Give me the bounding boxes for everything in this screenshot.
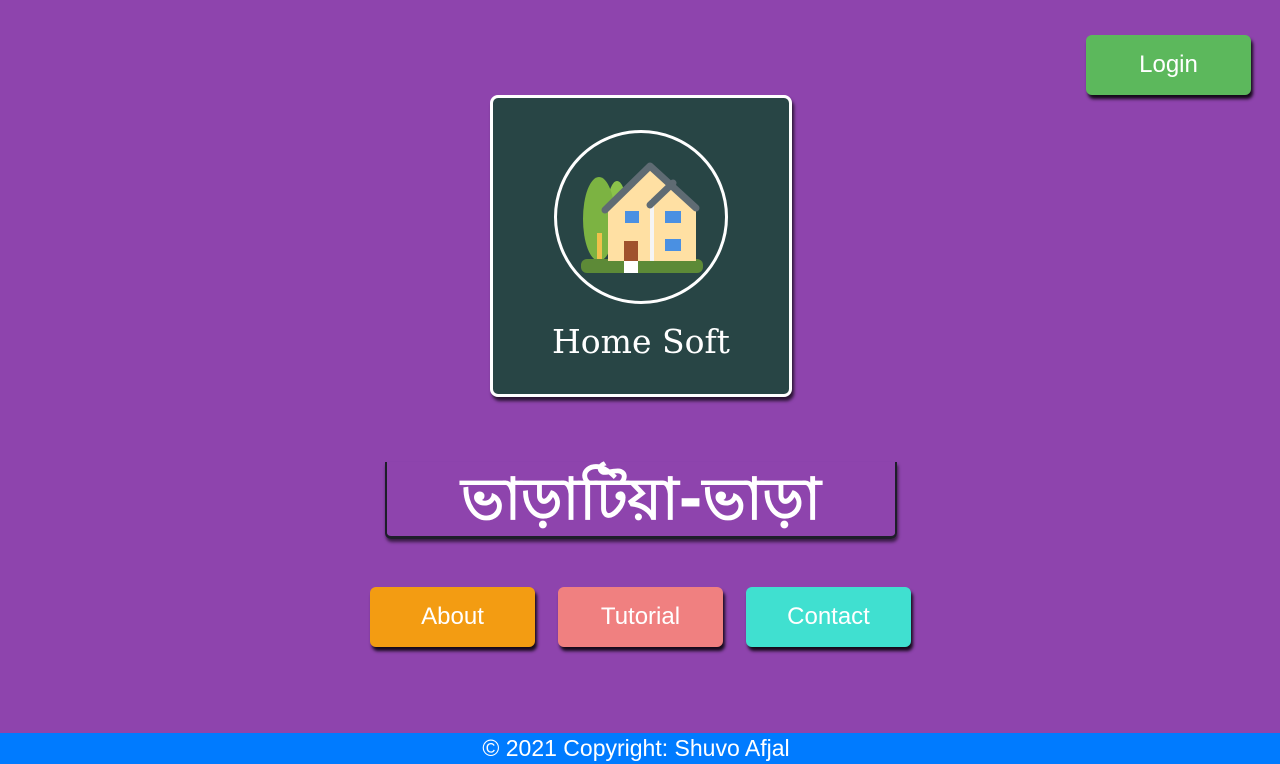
footer: © 2021 Copyright: Shuvo Afjal <box>0 733 1280 764</box>
login-button[interactable]: Login <box>1086 35 1251 95</box>
logo-circle <box>554 130 728 304</box>
brand-name: Home Soft <box>552 322 730 361</box>
about-button[interactable]: About <box>370 587 535 647</box>
title-box: ভাড়াটিয়া-ভাড়া <box>385 462 897 539</box>
copyright-text: © 2021 Copyright: Shuvo Afjal <box>482 735 790 761</box>
contact-button[interactable]: Contact <box>746 587 911 647</box>
page-title: ভাড়াটিয়া-ভাড়া <box>461 465 821 533</box>
tutorial-button[interactable]: Tutorial <box>558 587 723 647</box>
logo-card: Home Soft <box>490 95 792 397</box>
house-icon <box>581 162 703 273</box>
